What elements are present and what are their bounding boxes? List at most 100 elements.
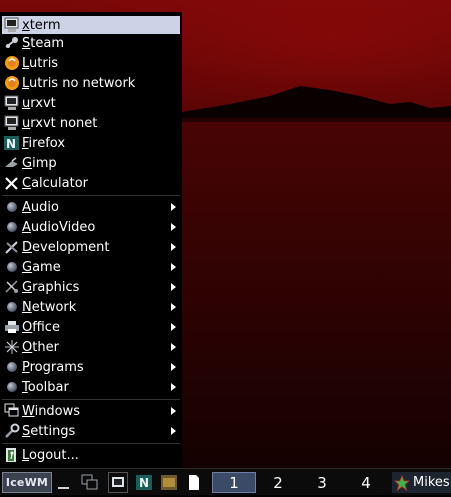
submenu-arrow-icon [171,203,176,211]
submenu-arrow-icon [171,407,176,415]
netscape-icon: N [4,135,20,151]
workspace-3-button[interactable]: 3 [300,472,344,493]
menu-item-audiovideo[interactable]: AudioVideo [2,218,180,236]
menu-item-label: Office [22,319,60,335]
workspace-1-button[interactable]: 1 [212,472,256,493]
menu-item-steam[interactable]: Steam [2,34,180,52]
show-desktop-button[interactable] [56,472,72,493]
menu-item-logout[interactable]: Logout... [2,446,180,464]
folder-ball-icon [7,222,17,232]
terminal-icon [4,95,20,111]
submenu-arrow-icon [171,427,176,435]
workspace-2-button[interactable]: 2 [256,472,300,493]
menu-item-label: Windows [22,403,81,419]
logout-icon [4,447,20,463]
menu-item-label: Lutris [22,55,59,71]
menu-item-game[interactable]: Game [2,258,180,276]
menu-item-label: Calculator [22,175,89,191]
menu-item-other[interactable]: Other [2,338,180,356]
document-launcher-icon[interactable] [184,472,204,493]
graphics-icon [4,279,20,295]
windows-icon [4,403,20,419]
menu-item-label: Toolbar [22,379,69,395]
submenu-arrow-icon [171,303,176,311]
submenu-arrow-icon [171,323,176,331]
printer-icon [4,319,20,335]
menu-item-label: Lutris no network [22,75,136,91]
workspace-label: 3 [317,473,327,492]
menu-item-label: urxvt nonet [22,115,98,131]
svg-text:N: N [6,137,16,151]
menu-item-audio[interactable]: Audio [2,198,180,216]
menu-item-label: Settings [22,423,76,439]
menu-item-label: urxvt [22,95,56,111]
taskbar-window-button[interactable]: Mikes [392,472,451,493]
terminal-launcher-button[interactable] [108,472,128,493]
menu-item-programs[interactable]: Programs [2,358,180,376]
menu-item-lutris-no-network[interactable]: Lutris no network [2,74,180,92]
menu-item-graphics[interactable]: Graphics [2,278,180,296]
taskbar: IceWM N 1 2 3 4 Mikes [0,468,451,495]
menu-item-development[interactable]: Development [2,238,180,256]
file-manager-launcher-icon[interactable] [158,472,180,493]
gimp-icon [4,155,20,171]
workspace-label: 1 [229,473,239,492]
submenu-arrow-icon [171,283,176,291]
menu-item-office[interactable]: Office [2,318,180,336]
menu-item-firefox[interactable]: N Firefox [2,134,180,152]
window-list-button[interactable] [78,472,102,493]
menu-item-label: Graphics [22,279,80,295]
submenu-arrow-icon [171,263,176,271]
star-icon [393,474,411,491]
menu-item-urxvt[interactable]: urxvt [2,94,180,112]
workspace-label: 2 [273,473,283,492]
workspace-label: 4 [361,473,371,492]
svg-text:N: N [139,476,149,490]
menu-item-network[interactable]: Network [2,298,180,316]
menu-item-label: xterm [22,17,61,33]
menu-item-urxvt-nonet[interactable]: urxvt nonet [2,114,180,132]
lutris-icon [4,55,20,71]
workspace-4-button[interactable]: 4 [344,472,388,493]
submenu-arrow-icon [171,243,176,251]
menu-item-label: Network [22,299,77,315]
submenu-arrow-icon [171,223,176,231]
menu-item-xterm[interactable]: xterm [2,16,180,34]
menu-item-label: Development [22,239,110,255]
menu-item-label: Programs [22,359,84,375]
calculator-icon [4,175,20,191]
menu-separator [2,399,180,400]
menu-item-settings[interactable]: Settings [2,422,180,440]
netscape-launcher-icon[interactable]: N [133,472,155,493]
submenu-arrow-icon [171,363,176,371]
submenu-arrow-icon [171,383,176,391]
folder-ball-icon [7,262,17,272]
submenu-arrow-icon [171,343,176,351]
folder-ball-icon [7,302,17,312]
development-icon [4,239,20,255]
menu-item-label: Audio [22,199,59,215]
menu-item-label: Game [22,259,61,275]
start-button[interactable]: IceWM [2,472,52,493]
menu-item-label: Other [22,339,59,355]
terminal-icon [4,115,20,131]
other-icon [4,339,20,355]
folder-ball-icon [7,362,17,372]
menu-item-gimp[interactable]: Gimp [2,154,180,172]
settings-icon [4,423,20,439]
menu-item-windows[interactable]: Windows [2,402,180,420]
menu-item-label: AudioVideo [22,219,96,235]
menu-item-lutris[interactable]: Lutris [2,54,180,72]
menu-item-label: Firefox [22,135,66,151]
folder-ball-icon [7,202,17,212]
menu-item-label: Steam [22,35,64,51]
menu-separator [2,443,180,444]
menu-item-label: Logout... [22,447,79,463]
folder-ball-icon [7,382,17,392]
menu-item-toolbar[interactable]: Toolbar [2,378,180,396]
steam-icon [4,35,20,51]
menu-item-label: Gimp [22,155,57,171]
terminal-icon [4,17,20,33]
lutris-icon [4,75,20,91]
menu-item-calculator[interactable]: Calculator [2,174,180,192]
